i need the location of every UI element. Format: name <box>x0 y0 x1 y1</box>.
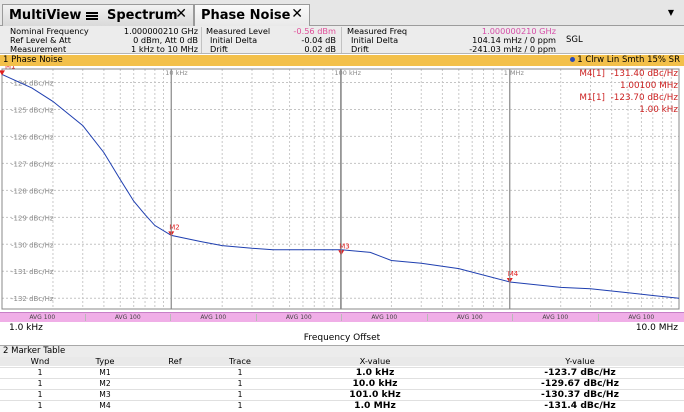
row-trace: 1 <box>237 401 243 410</box>
header-wnd: Wnd <box>30 356 50 366</box>
header-type: Type <box>95 356 115 366</box>
avg-bar: AVG 100 AVG 100 AVG 100 AVG 100 AVG 100 AVG 1… <box>0 312 684 322</box>
avg-label: AVG 100 <box>342 314 428 321</box>
table-row[interactable]: 1 M2 1 10.0 kHz -129.67 dBc/Hz <box>0 378 684 389</box>
info-labels-3: Measured Freq Initial Delta Drift <box>347 27 407 54</box>
row-trace: 1 <box>237 390 243 399</box>
y-tick-label: -130 dBc/Hz <box>11 241 54 249</box>
drift-label: Drift <box>210 44 228 54</box>
info-values-3: 1.000000210 GHz 104.14 mHz / 0 ppm -241.… <box>469 27 556 54</box>
info-values-1: 1.000000210 GHz 0 dBm, Att 0 dB 1 kHz to… <box>124 27 198 54</box>
row-x-value: 1.0 kHz <box>355 367 395 378</box>
row-wnd: 1 <box>37 368 43 377</box>
y-tick-label: -124 dBc/Hz <box>11 79 54 87</box>
plot-header: 1 Phase Noise 1 Clrw Lin Smth 15% SR <box>0 55 684 66</box>
table-row[interactable]: 1 M4 1 1.0 MHz -131.4 dBc/Hz <box>0 400 684 411</box>
trace-info[interactable]: 1 Clrw Lin Smth 15% SR <box>570 55 680 65</box>
decade-label: 100 kHz <box>335 69 362 77</box>
phase-noise-window: MultiView Spectrum ✕ Phase Noise ✕ ▼ Nom… <box>0 0 684 412</box>
header-trace: Trace <box>228 356 251 366</box>
row-trace: 1 <box>237 368 243 377</box>
m4-readout-label: M4[1] <box>579 69 605 79</box>
y-tick-label: -129 dBc/Hz <box>11 214 54 222</box>
decade-label: 10 kHz <box>165 69 188 77</box>
y-tick-label: -127 dBc/Hz <box>11 160 54 168</box>
table-row[interactable]: 1 M1 1 1.0 kHz -123.7 dBc/Hz <box>0 367 684 378</box>
y-tick-label: -131 dBc/Hz <box>11 268 54 276</box>
m4-readout-value: -131.40 dBc/Hz <box>610 69 678 79</box>
y-tick-label: -126 dBc/Hz <box>11 133 54 141</box>
row-type: M1 <box>99 368 111 377</box>
m1-readout-freq: 1.00 kHz <box>639 105 678 115</box>
info-labels-2: Measured Level Initial Delta Drift <box>206 27 270 54</box>
tab-bar: MultiView Spectrum ✕ Phase Noise ✕ ▼ <box>0 0 684 26</box>
header-x-value: X-value <box>359 356 391 366</box>
decade-label: 1 MHz <box>504 69 525 77</box>
row-trace: 1 <box>237 379 243 388</box>
m1-readout-label: M1[1] <box>579 93 605 103</box>
m4-readout-freq: 1.00100 MHz <box>620 81 678 91</box>
trace-info-label: 1 Clrw Lin Smth 15% SR <box>577 55 680 65</box>
row-y-value: -123.7 dBc/Hz <box>544 367 616 378</box>
tab-spectrum-label: Spectrum <box>106 8 178 23</box>
tab-dropdown-icon[interactable]: ▼ <box>668 8 674 17</box>
plot-title: 1 Phase Noise <box>3 55 63 65</box>
x-start-label: 1.0 kHz <box>9 323 43 333</box>
avg-label: AVG 100 <box>171 314 257 321</box>
info-labels-1: Nominal Frequency Ref Level & Att Measur… <box>10 27 89 54</box>
measurement-value: 1 kHz to 10 MHz <box>131 44 198 54</box>
avg-label: AVG 100 <box>257 314 342 321</box>
avg-label: AVG 100 <box>0 314 86 321</box>
measurement-label: Measurement <box>10 44 67 54</box>
multiview-icon <box>86 11 99 20</box>
close-phase-noise-icon[interactable]: ✕ <box>291 6 303 22</box>
row-x-value: 10.0 kHz <box>352 378 398 389</box>
marker-table: 2 Marker Table Wnd Type Ref Trace X-valu… <box>0 345 684 412</box>
row-type: M3 <box>99 390 111 399</box>
row-y-value: -131.4 dBc/Hz <box>544 400 616 411</box>
x-stop-label: 10.0 MHz <box>635 323 678 333</box>
avg-label: AVG 100 <box>628 314 655 321</box>
avg-label: AVG 100 <box>428 314 513 321</box>
tab-multiview[interactable]: MultiView Spectrum ✕ <box>2 4 194 26</box>
avg-label: AVG 100 <box>86 314 171 321</box>
row-wnd: 1 <box>37 379 43 388</box>
y-tick-label: -125 dBc/Hz <box>11 106 54 114</box>
row-x-value: 1.0 MHz <box>354 400 396 411</box>
marker-m1-label: M1 <box>5 66 16 70</box>
row-y-value: -129.67 dBc/Hz <box>541 378 619 389</box>
marker-table-header: Wnd Type Ref Trace X-value Y-value <box>0 357 684 366</box>
drift-value: 0.02 dB <box>304 44 336 54</box>
row-type: M2 <box>99 379 111 388</box>
freq-drift-label: Drift <box>351 44 369 54</box>
sgl-indicator: SGL <box>566 35 583 45</box>
info-values-2: -0.56 dBm -0.04 dB 0.02 dB <box>293 27 336 54</box>
info-divider <box>341 27 342 53</box>
tab-phase-noise-label: Phase Noise <box>201 8 291 23</box>
freq-drift-value: -241.03 mHz / 0 ppm <box>469 44 556 54</box>
trace-dot-icon <box>570 57 576 62</box>
measurement-info-panel: Nominal Frequency Ref Level & Att Measur… <box>0 26 684 54</box>
row-y-value: -130.37 dBc/Hz <box>541 389 619 400</box>
y-tick-label: -132 dBc/Hz <box>11 295 54 303</box>
y-tick-label: -128 dBc/Hz <box>11 187 54 195</box>
m1-readout-value: -123.70 dBc/Hz <box>610 93 678 103</box>
phase-noise-plot[interactable]: -124 dBc/Hz -125 dBc/Hz -126 dBc/Hz -127 dB… <box>0 66 684 312</box>
tab-phase-noise[interactable]: Phase Noise ✕ <box>194 4 310 26</box>
avg-label: AVG 100 <box>513 314 599 321</box>
x-axis: 1.0 kHz 10.0 MHz Frequency Offset <box>0 322 684 344</box>
table-row[interactable]: 1 M3 1 101.0 kHz -130.37 dBc/Hz <box>0 389 684 400</box>
x-axis-label: Frequency Offset <box>303 333 381 343</box>
row-type: M4 <box>99 401 111 410</box>
row-x-value: 101.0 kHz <box>349 389 401 400</box>
close-spectrum-icon[interactable]: ✕ <box>175 6 187 22</box>
header-y-value: Y-value <box>565 356 595 366</box>
info-divider <box>201 27 202 53</box>
marker-readout: M4[1] -131.40 dBc/Hz 1.00100 MHz M1[1] -… <box>579 68 678 116</box>
header-ref: Ref <box>168 356 182 366</box>
row-wnd: 1 <box>37 401 43 410</box>
row-wnd: 1 <box>37 390 43 399</box>
tab-multiview-label: MultiView <box>9 8 82 23</box>
